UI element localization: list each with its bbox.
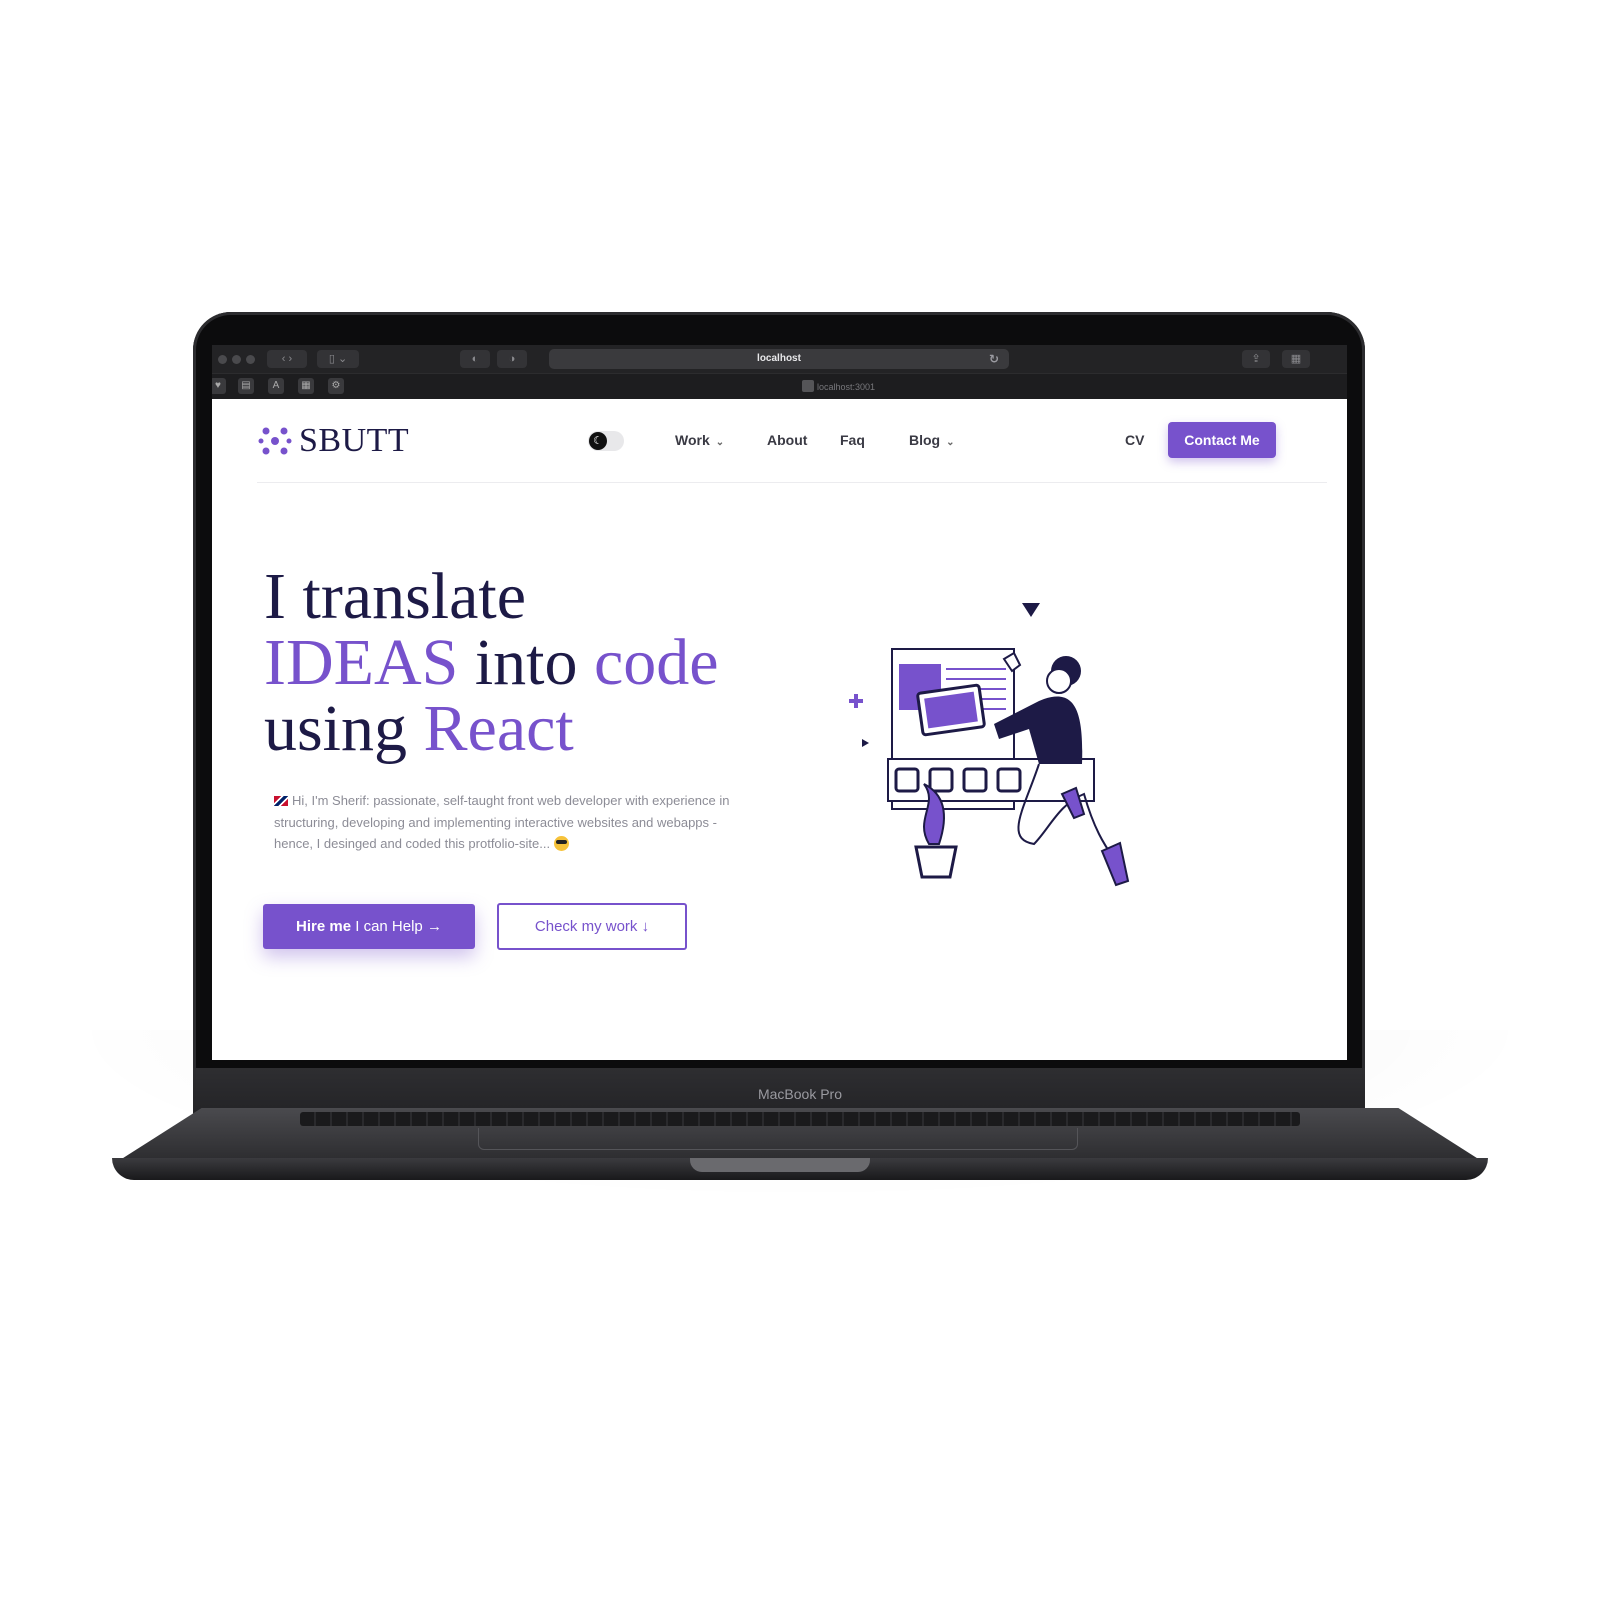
- hero-word-into: into: [474, 626, 578, 699]
- hero-accent-react: React: [423, 692, 574, 765]
- nav-item-faq[interactable]: Faq: [840, 432, 865, 448]
- hero-description-text: Hi, I'm Sherif: passionate, self-taught …: [274, 793, 730, 851]
- sidebar-toggle-icon[interactable]: ▯ ⌄: [317, 350, 359, 368]
- nav-item-about[interactable]: About: [767, 432, 807, 448]
- settings-icon[interactable]: ⚙: [328, 378, 344, 394]
- navbar: SBUTT ☾ Work ⌄ About Faq Blog ⌄ CV Contact…: [257, 399, 1327, 483]
- tab-favicon-icon: [802, 380, 814, 392]
- hero-line-2: IDEAS into code: [264, 630, 784, 696]
- maximize-window-icon[interactable]: [246, 355, 255, 364]
- bookmarks-bar: ♥ ▤ A ▦ ⚙ localhost:3001: [212, 373, 1347, 399]
- minimize-window-icon[interactable]: [232, 355, 241, 364]
- grid-icon[interactable]: ▦: [298, 378, 314, 394]
- nav-item-work-label: Work: [675, 432, 710, 448]
- back-forward-icon[interactable]: ‹ ›: [267, 350, 307, 368]
- hero-accent-ideas: IDEAS: [264, 626, 459, 699]
- close-window-icon[interactable]: [218, 355, 227, 364]
- browser-window: ‹ › ▯ ⌄ ◐ ◑ localhost ↻ ⇪ ▦ ♥ ▤ A ▦ ⚙ lo…: [212, 345, 1347, 1060]
- logo-icon: [258, 427, 292, 455]
- logo[interactable]: SBUTT: [257, 421, 409, 461]
- keyboard: [300, 1112, 1300, 1126]
- hero-description: Hi, I'm Sherif: passionate, self-taught …: [274, 790, 744, 855]
- tab-overview-icon[interactable]: ▦: [1282, 350, 1310, 368]
- url-text: localhost: [757, 353, 801, 364]
- nav-item-cv[interactable]: CV: [1125, 432, 1144, 448]
- nav-item-work[interactable]: Work ⌄: [675, 432, 724, 448]
- chevron-down-icon: ⌄: [946, 437, 955, 448]
- logo-text: SBUTT: [299, 422, 410, 459]
- contact-button[interactable]: Contact Me: [1168, 422, 1276, 458]
- sunglasses-emoji-icon: [553, 836, 569, 851]
- nav-item-blog[interactable]: Blog ⌄: [909, 432, 955, 448]
- browser-tab[interactable]: localhost:3001: [802, 380, 875, 392]
- reload-icon[interactable]: ↻: [989, 349, 999, 369]
- uk-flag-icon: [274, 796, 288, 806]
- laptop-notch: [690, 1158, 870, 1172]
- reader-icon[interactable]: ◑: [497, 350, 527, 368]
- nav-item-blog-label: Blog: [909, 432, 941, 448]
- trackpad: [478, 1128, 1078, 1150]
- hero-accent-code: code: [594, 626, 719, 699]
- hire-me-button[interactable]: Hire me I can Help →: [263, 904, 475, 949]
- bookmark-icon[interactable]: ▤: [238, 378, 254, 394]
- chevron-down-icon: ⌄: [715, 437, 725, 448]
- theme-toggle[interactable]: ☾: [588, 431, 624, 451]
- hero-heading: I translate IDEAS into code using React: [264, 564, 784, 762]
- hero-line-1: I translate: [264, 560, 527, 633]
- address-bar[interactable]: localhost ↻: [549, 349, 1009, 369]
- moon-icon: ☾: [589, 432, 607, 450]
- hero-line-3: using React: [264, 696, 784, 762]
- check-work-button[interactable]: Check my work ↓: [497, 903, 687, 950]
- developer-illustration: [849, 603, 1130, 887]
- browser-toolbar: ‹ › ▯ ⌄ ◐ ◑ localhost ↻ ⇪ ▦: [212, 345, 1347, 373]
- hero-word-using: using: [264, 692, 408, 765]
- device-label: MacBook Pro: [757, 1086, 843, 1102]
- privacy-icon[interactable]: ◐: [460, 350, 490, 368]
- tab-title: localhost:3001: [817, 382, 876, 392]
- hire-me-bold: Hire me: [296, 918, 352, 935]
- extension-icon[interactable]: A: [268, 378, 284, 394]
- share-icon[interactable]: ⇪: [1242, 350, 1270, 368]
- favorites-icon[interactable]: ♥: [212, 378, 226, 394]
- web-page: SBUTT ☾ Work ⌄ About Faq Blog ⌄ CV Contact…: [212, 399, 1347, 1060]
- hire-me-rest: I can Help →: [355, 918, 442, 935]
